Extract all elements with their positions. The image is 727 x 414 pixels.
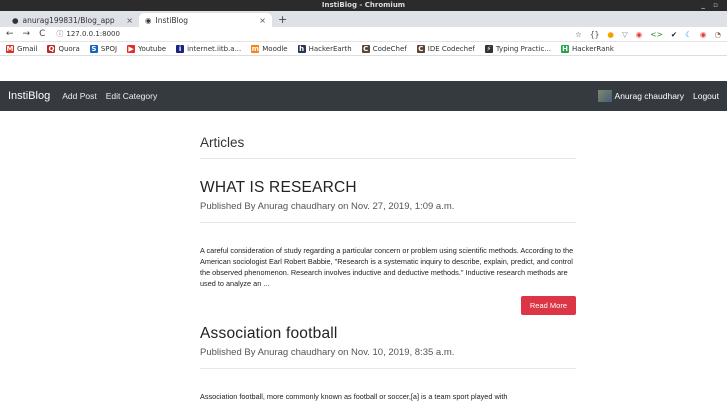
bookmark-item[interactable]: Q Quora: [47, 44, 80, 53]
bookmark-label: SPOJ: [100, 44, 118, 53]
extension-icon[interactable]: ●: [607, 30, 614, 39]
edit-category-link[interactable]: Edit Category: [106, 91, 158, 101]
bookmark-icon: M: [6, 44, 14, 53]
bookmark-icon: C: [416, 44, 425, 53]
bookmark-item[interactable]: h HackerEarth: [297, 44, 352, 53]
bookmark-icon: S: [89, 44, 98, 53]
bookmark-item[interactable]: H HackerRank: [561, 44, 614, 53]
post-meta: Published By Anurag chaudhary on Nov. 10…: [200, 347, 576, 369]
tab-instiblog[interactable]: ◉ InstiBlog ×: [139, 13, 272, 27]
add-post-link[interactable]: Add Post: [62, 91, 97, 101]
site-navbar: InstiBlog Add Post Edit Category Anurag …: [0, 81, 727, 111]
bookmark-label: Quora: [58, 44, 80, 53]
extension-icon[interactable]: ✔: [671, 30, 677, 39]
post-meta: Published By Anurag chaudhary on Nov. 27…: [200, 201, 576, 223]
tab-title: InstiBlog: [155, 15, 189, 25]
close-tab-icon[interactable]: ×: [126, 16, 133, 25]
address-bar[interactable]: 127.0.0.1:8000: [66, 30, 120, 38]
post-excerpt: A careful consideration of study regardi…: [200, 246, 574, 288]
bookmarks-bar: M Gmail Q Quora S SPOJ ▶ Youtube i internet.iitb.…: [0, 42, 727, 56]
bookmark-icon: h: [297, 44, 306, 53]
avatar: [597, 90, 612, 102]
window-title: InstiBlog - Chromium: [321, 1, 406, 9]
json-extension-icon[interactable]: {}: [590, 30, 600, 39]
back-button[interactable]: ←: [6, 29, 14, 39]
globe-icon: ◉: [145, 15, 152, 25]
bookmark-item[interactable]: m Moodle: [251, 44, 288, 53]
bookmark-icon: Q: [47, 44, 56, 53]
read-more-button[interactable]: Read More: [520, 296, 576, 315]
post-title: Association football: [200, 325, 338, 342]
extension-icon[interactable]: <>: [650, 30, 663, 39]
new-tab-button[interactable]: +: [278, 13, 287, 27]
bookmark-label: IDE Codechef: [427, 44, 475, 53]
reload-button[interactable]: C: [39, 29, 45, 39]
bookmark-label: HackerRank: [572, 44, 614, 53]
bookmark-label: internet.iitb.a...: [187, 44, 242, 53]
brand-link[interactable]: InstiBlog: [8, 90, 50, 102]
bookmark-item[interactable]: ▶ Youtube: [127, 44, 167, 53]
bookmark-label: CodeChef: [372, 44, 407, 53]
tab-title: anurag199831/Blog_app: [22, 15, 115, 25]
profile-icon[interactable]: ◔: [714, 30, 721, 39]
bookmark-icon: i: [176, 44, 185, 53]
read-more-wrap: Read More: [200, 295, 576, 315]
post-title: WHAT IS RESEARCH: [200, 179, 357, 196]
extensions-area: ☆ {} ● ▽ ◉ <> ✔ ☾ ◉ ◔: [575, 30, 721, 39]
post-excerpt: Association football, more commonly know…: [200, 392, 508, 401]
main-content: Articles WHAT IS RESEARCH Published By A…: [200, 111, 576, 402]
extension-icon[interactable]: ☾: [685, 30, 692, 39]
github-icon: ●: [12, 15, 19, 25]
tab-strip: ● anurag199831/Blog_app × ◉ InstiBlog × …: [0, 11, 727, 27]
bookmark-item[interactable]: C CodeChef: [361, 44, 407, 53]
logout-link[interactable]: Logout: [693, 91, 719, 101]
bookmark-item[interactable]: ⚡ Typing Practic...: [484, 44, 552, 53]
extension-icon[interactable]: ◉: [636, 30, 643, 39]
bookmark-label: HackerEarth: [308, 44, 352, 53]
page-title: Articles: [200, 111, 576, 159]
bookmark-icon: m: [251, 44, 260, 53]
user-name-link[interactable]: Anurag chaudhary: [615, 91, 684, 101]
browser-toolbar: ← → C ⓘ 127.0.0.1:8000 ☆ {} ● ▽ ◉ <> ✔ ☾…: [0, 27, 727, 42]
post-card: WHAT IS RESEARCH Published By Anurag cha…: [200, 159, 576, 315]
extension-icon[interactable]: ▽: [622, 30, 628, 39]
bookmark-icon: C: [361, 44, 370, 53]
bookmark-item[interactable]: i internet.iitb.a...: [176, 44, 242, 53]
window-titlebar: InstiBlog - Chromium _ ▫: [0, 0, 727, 11]
site-info-icon[interactable]: ⓘ: [56, 29, 63, 39]
bookmark-icon: ▶: [127, 44, 136, 53]
bookmark-star-icon[interactable]: ☆: [575, 30, 582, 39]
bookmark-item[interactable]: M Gmail: [6, 44, 38, 53]
bookmark-label: Typing Practic...: [495, 44, 552, 53]
bookmark-label: Youtube: [138, 44, 167, 53]
post-card: Association football Published By Anurag…: [200, 315, 576, 402]
extension-icon[interactable]: ◉: [700, 30, 707, 39]
close-tab-icon[interactable]: ×: [259, 16, 266, 25]
bookmark-item[interactable]: C IDE Codechef: [416, 44, 475, 53]
bookmark-icon: ⚡: [484, 44, 493, 53]
user-area: Anurag chaudhary Logout: [597, 90, 719, 102]
bookmark-label: Moodle: [262, 44, 288, 53]
bookmark-item[interactable]: S SPOJ: [89, 44, 118, 53]
forward-button[interactable]: →: [23, 29, 31, 39]
window-controls[interactable]: _ ▫: [701, 0, 721, 11]
bookmark-icon: H: [561, 44, 570, 53]
tab-github[interactable]: ● anurag199831/Blog_app ×: [6, 13, 139, 27]
bookmark-label: Gmail: [17, 44, 38, 53]
